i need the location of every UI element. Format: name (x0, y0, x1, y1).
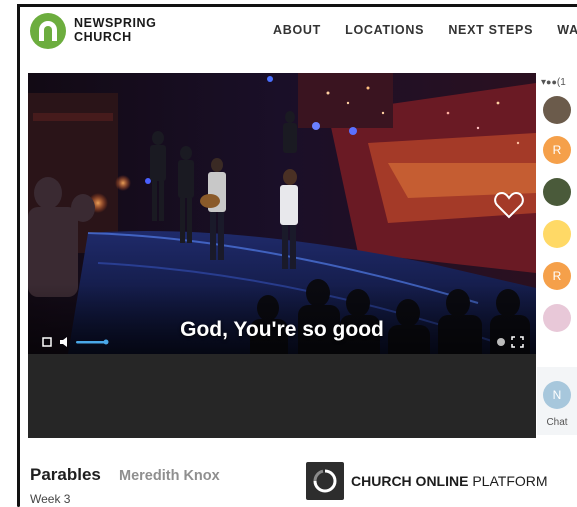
sermon-title: Parables (30, 465, 101, 484)
site-header: NEWSPRING CHURCH ABOUT LOCATIONS NEXT ST… (20, 7, 577, 59)
volume-icon[interactable] (60, 337, 67, 347)
nav-item-locations[interactable]: LOCATIONS (345, 23, 424, 37)
nav-item-next-steps[interactable]: NEXT STEPS (448, 23, 533, 37)
fullscreen-icon[interactable] (511, 336, 524, 348)
speaker-name: Meredith Knox (119, 468, 220, 484)
nav-item-about[interactable]: ABOUT (273, 23, 321, 37)
attendee-avatar[interactable]: N (543, 381, 571, 409)
chat-tab-label[interactable]: Chat (537, 417, 577, 428)
volume-slider[interactable] (76, 341, 106, 344)
church-online-platform-badge[interactable]: CHURCH ONLINE PLATFORM (306, 462, 576, 502)
platform-name: CHURCH ONLINE PLATFORM (351, 473, 548, 489)
settings-icon[interactable] (497, 338, 505, 346)
nav-item-watch[interactable]: WATC (557, 23, 577, 37)
attendee-avatar[interactable] (543, 304, 571, 332)
users-icon: ●● (546, 77, 557, 87)
attendee-avatar[interactable] (543, 96, 571, 124)
video-player[interactable]: God, You're so good (28, 73, 536, 354)
video-controls-right (496, 335, 526, 348)
platform-name-bold: CHURCH ONLINE (351, 473, 469, 489)
chat-sidebar: ▾●●(1 R R N Chat (537, 67, 577, 507)
platform-name-light: PLATFORM (468, 473, 548, 489)
avatar-initial: R (552, 143, 562, 157)
church-online-page: NEWSPRING CHURCH ABOUT LOCATIONS NEXT ST… (20, 7, 577, 507)
attendee-avatar[interactable] (543, 178, 571, 206)
attendee-avatar[interactable]: R (543, 262, 571, 290)
avatar-initial: N (552, 388, 562, 402)
main-nav: ABOUT LOCATIONS NEXT STEPS WATC (273, 23, 577, 37)
video-lower-area (28, 354, 536, 438)
volume-slider-handle[interactable] (103, 339, 109, 345)
video-controls-left (42, 335, 122, 347)
brand-name-line-2: CHURCH (74, 30, 132, 44)
newspring-logo-icon[interactable] (30, 13, 66, 49)
heart-icon[interactable] (494, 191, 524, 219)
attendee-avatar[interactable]: R (543, 136, 571, 164)
brand-name[interactable]: NEWSPRING CHURCH (74, 16, 157, 44)
screenshot-frame: NEWSPRING CHURCH ABOUT LOCATIONS NEXT ST… (0, 0, 577, 507)
attendee-avatar[interactable] (543, 220, 571, 248)
brand-name-line-1: NEWSPRING (74, 16, 157, 30)
avatar-initial: R (552, 269, 562, 283)
sermon-week: Week 3 (30, 492, 71, 506)
viewer-count[interactable]: ▾●●(1 (541, 77, 566, 88)
stop-icon[interactable] (42, 337, 52, 347)
church-online-logo-icon (306, 462, 344, 500)
viewer-count-value: (1 (556, 77, 566, 88)
